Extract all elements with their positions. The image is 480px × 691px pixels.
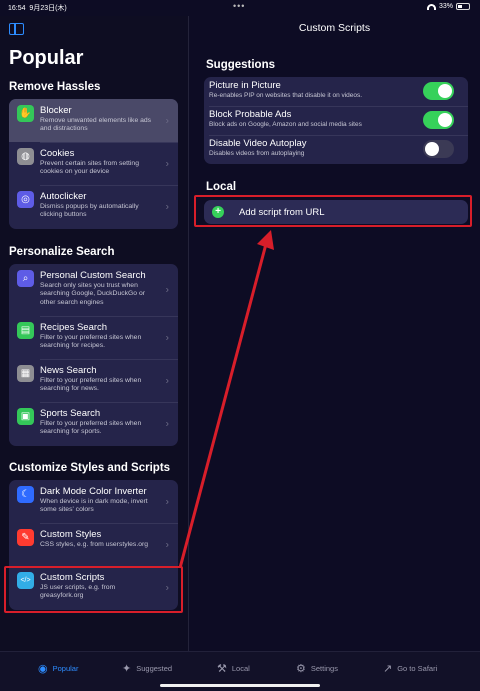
tab-label: Suggested	[136, 664, 173, 673]
tab-local[interactable]: ⚒ Local	[217, 662, 250, 675]
gear-icon: ⚙	[296, 663, 306, 675]
annotation-arrow	[178, 230, 274, 569]
arrow-shaft	[178, 243, 268, 569]
tab-label: Settings	[310, 664, 338, 673]
tab-suggested[interactable]: ✦ Suggested	[122, 662, 172, 675]
tab-go-to-safari[interactable]: ↗ Go to Safari	[383, 662, 437, 675]
tab-label: Go to Safari	[397, 664, 438, 673]
sparkle-icon: ✦	[122, 663, 132, 675]
arrow-head	[257, 230, 274, 250]
arrow-out-icon: ↗	[383, 663, 393, 675]
tab-popular[interactable]: ◉ Popular	[38, 662, 78, 675]
compass-icon: ◉	[38, 663, 48, 675]
tab-label: Popular	[52, 664, 79, 673]
tab-label: Local	[231, 664, 250, 673]
tab-settings[interactable]: ⚙ Settings	[296, 662, 338, 675]
tools-icon: ⚒	[217, 663, 227, 675]
home-indicator	[160, 684, 320, 687]
